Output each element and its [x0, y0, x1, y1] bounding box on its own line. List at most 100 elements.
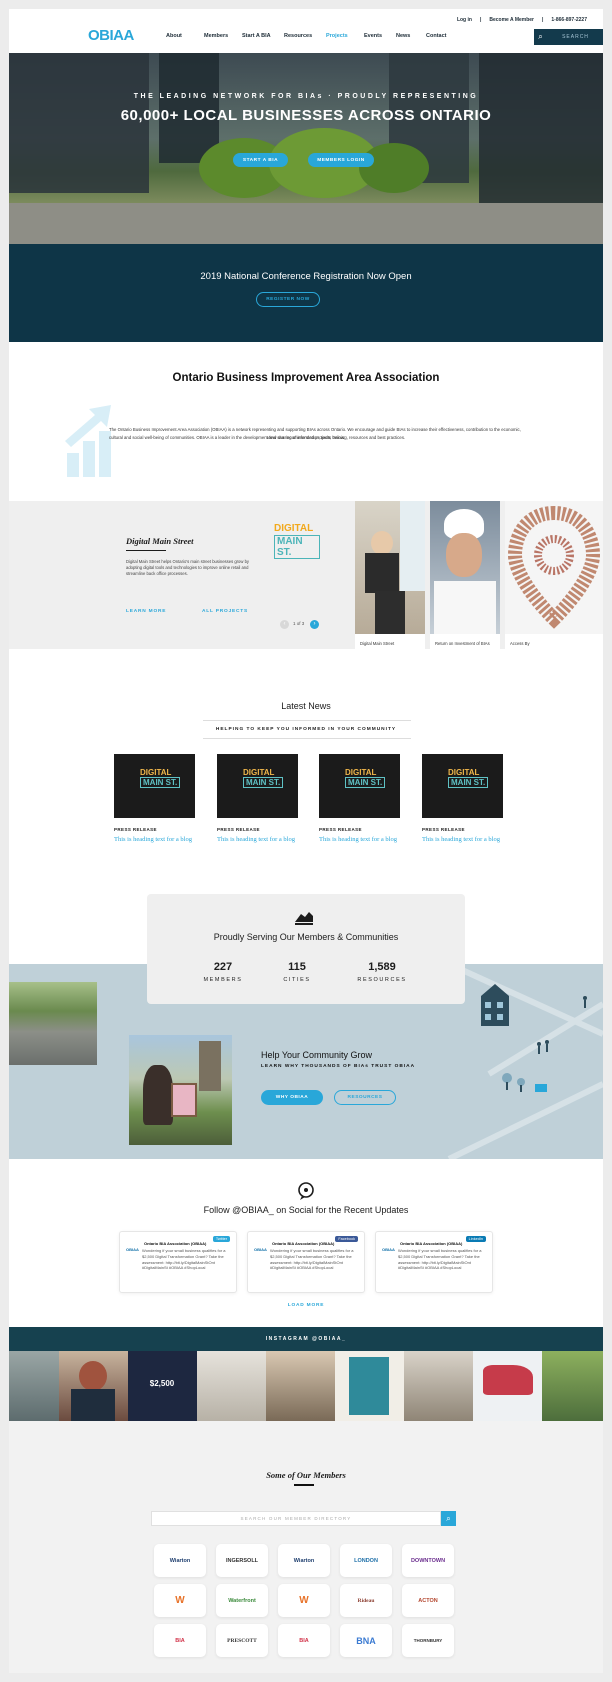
stat-resources: 1,589 RESOURCES — [347, 961, 417, 983]
member-logo[interactable]: LONDON — [340, 1544, 392, 1577]
podium-image — [375, 591, 405, 634]
project-tile[interactable]: Access By — [505, 501, 603, 649]
post-account: Ontario BIA Association (OBIAA) — [144, 1241, 207, 1246]
member-logo[interactable]: Rideau — [340, 1584, 392, 1617]
news-card[interactable]: DIGITAL MAIN ST. PRESS RELEASE This is he… — [217, 754, 298, 843]
member-logo[interactable]: BIA — [154, 1624, 206, 1657]
member-logo[interactable]: W — [278, 1584, 330, 1617]
sign-line-1: DIGITAL — [140, 768, 172, 777]
start-a-bia-button[interactable]: START A BIA — [233, 153, 288, 167]
social-post-card[interactable]: Twitter OBIAA Ontario BIA Association (O… — [119, 1231, 237, 1293]
news-image: DIGITAL MAIN ST. — [319, 754, 400, 818]
about-title: Ontario Business Improvement Area Associ… — [172, 372, 440, 384]
utility-links: Log in | Become A Member | 1-866-897-222… — [457, 17, 587, 23]
nav-events[interactable]: Events — [364, 33, 396, 39]
members-login-button[interactable]: MEMBERS LOGIN — [308, 153, 374, 167]
member-logo[interactable]: PRESCOTT — [216, 1624, 268, 1657]
news-image: DIGITAL MAIN ST. — [217, 754, 298, 818]
nav-news[interactable]: News — [396, 33, 426, 39]
project-tile[interactable]: Return on Investment of BIAs — [430, 501, 500, 649]
member-logo[interactable]: Wiarton — [154, 1544, 206, 1577]
all-projects-link[interactable]: ALL PROJECTS — [202, 609, 248, 614]
hero-section: THE LEADING NETWORK FOR BIAs · PROUDLY R… — [9, 53, 603, 244]
project-title: Digital Main Street — [126, 536, 194, 546]
search-input[interactable]: ⌕ SEARCH — [534, 29, 603, 45]
member-logo[interactable]: INGERSOLL — [216, 1544, 268, 1577]
post-account: Ontario BIA Association (OBIAA) — [272, 1241, 335, 1246]
stats-title: Proudly Serving Our Members & Communitie… — [213, 932, 399, 942]
learn-more-link[interactable]: LEARN MORE — [126, 609, 166, 614]
member-logo[interactable]: THORNBURY — [402, 1624, 454, 1657]
news-label: PRESS RELEASE — [114, 827, 157, 832]
news-label: PRESS RELEASE — [217, 827, 260, 832]
instagram-photo[interactable] — [404, 1351, 473, 1421]
become-member-link[interactable]: Become A Member — [489, 17, 534, 23]
login-link[interactable]: Log in — [457, 17, 472, 23]
news-headline[interactable]: This is heading text for a blog — [319, 836, 400, 843]
sign-line-2: MAIN ST. — [140, 777, 181, 788]
instagram-photo[interactable] — [473, 1351, 542, 1421]
page: Log in | Become A Member | 1-866-897-222… — [9, 9, 603, 1673]
member-logo[interactable]: DOWNTOWN — [402, 1544, 454, 1577]
news-headline[interactable]: This is heading text for a blog — [114, 836, 195, 843]
tile-caption: Access By — [510, 641, 530, 646]
nav-start-a-bia[interactable]: Start A BIA — [242, 33, 284, 39]
nav-members[interactable]: Members — [204, 33, 242, 39]
member-logo[interactable]: Waterfront — [216, 1584, 268, 1617]
twitter-tag: Twitter — [212, 1236, 230, 1242]
banner-image — [400, 501, 425, 591]
nav-resources[interactable]: Resources — [284, 33, 326, 39]
grow-title: Help Your Community Grow — [261, 1050, 373, 1060]
resources-button[interactable]: RESOURCES — [334, 1090, 396, 1105]
member-directory-search[interactable]: SEARCH OUR MEMBER DIRECTORY — [151, 1511, 441, 1526]
next-arrow-button[interactable]: › — [310, 620, 319, 629]
news-label: PRESS RELEASE — [319, 827, 362, 832]
project-tile[interactable]: Digital Main Street — [355, 501, 425, 649]
social-post-card[interactable]: LinkedIn OBIAA Ontario BIA Association (… — [375, 1231, 493, 1293]
prev-arrow-button[interactable]: ‹ — [280, 620, 289, 629]
member-logo[interactable]: BIA — [278, 1624, 330, 1657]
register-now-button[interactable]: REGISTER NOW — [256, 292, 320, 307]
hero-headline: 60,000+ LOCAL BUSINESSES ACROSS ONTARIO — [120, 107, 492, 124]
instagram-photo[interactable]: $2,500 — [128, 1351, 197, 1421]
grant-amount-text: $2,500 — [149, 1379, 175, 1388]
instagram-photo[interactable] — [266, 1351, 335, 1421]
member-logo[interactable]: ACTON — [402, 1584, 454, 1617]
hero-eyebrow: THE LEADING NETWORK FOR BIAs · PROUDLY R… — [133, 93, 479, 100]
news-card[interactable]: DIGITAL MAIN ST. PRESS RELEASE This is he… — [319, 754, 400, 843]
booklet-image — [349, 1357, 389, 1415]
load-more-link[interactable]: LOAD MORE — [9, 1303, 603, 1308]
site-logo[interactable]: OBIAA — [88, 27, 134, 44]
instagram-photo[interactable] — [542, 1351, 603, 1421]
why-obiaa-button[interactable]: WHY OBIAA — [261, 1090, 323, 1105]
news-card[interactable]: DIGITAL MAIN ST. PRESS RELEASE This is he… — [422, 754, 503, 843]
instagram-photo[interactable] — [59, 1351, 128, 1421]
nav-contact[interactable]: Contact — [426, 33, 464, 39]
news-headline[interactable]: This is heading text for a blog — [217, 836, 298, 843]
post-body: Wondering if your small business qualifi… — [398, 1248, 482, 1271]
nav-about[interactable]: About — [166, 33, 204, 39]
news-image: DIGITAL MAIN ST. — [422, 754, 503, 818]
member-logo[interactable]: Wiarton — [278, 1544, 330, 1577]
artist-painting-photo — [129, 1035, 232, 1145]
member-logo[interactable]: BNA — [340, 1624, 392, 1657]
news-headline[interactable]: This is heading text for a blog — [422, 836, 503, 843]
news-card[interactable]: DIGITAL MAIN ST. PRESS RELEASE This is he… — [114, 754, 195, 843]
instagram-photo[interactable] — [197, 1351, 266, 1421]
instagram-photo[interactable] — [335, 1351, 404, 1421]
member-logo[interactable]: W — [154, 1584, 206, 1617]
search-icon[interactable]: ⌕ — [441, 1511, 456, 1526]
sign-line-2: MAIN ST. — [243, 777, 284, 788]
stat-members: 227 MEMBERS — [203, 961, 243, 983]
painter-image — [143, 1065, 173, 1125]
instagram-photo[interactable] — [9, 1351, 59, 1421]
phone-link[interactable]: 1-866-897-2227 — [551, 17, 587, 23]
news-label: PRESS RELEASE — [422, 827, 465, 832]
social-post-card[interactable]: Facebook OBIAA Ontario BIA Association (… — [247, 1231, 365, 1293]
sign-line-1: DIGITAL — [243, 768, 275, 777]
post-account: Ontario BIA Association (OBIAA) — [400, 1241, 463, 1246]
nav-projects[interactable]: Projects — [326, 33, 364, 39]
search-icon: ⌕ — [538, 32, 544, 41]
digital-main-street-logo: DIGITAL MAIN ST. — [274, 523, 320, 559]
speaker-image — [365, 553, 399, 593]
